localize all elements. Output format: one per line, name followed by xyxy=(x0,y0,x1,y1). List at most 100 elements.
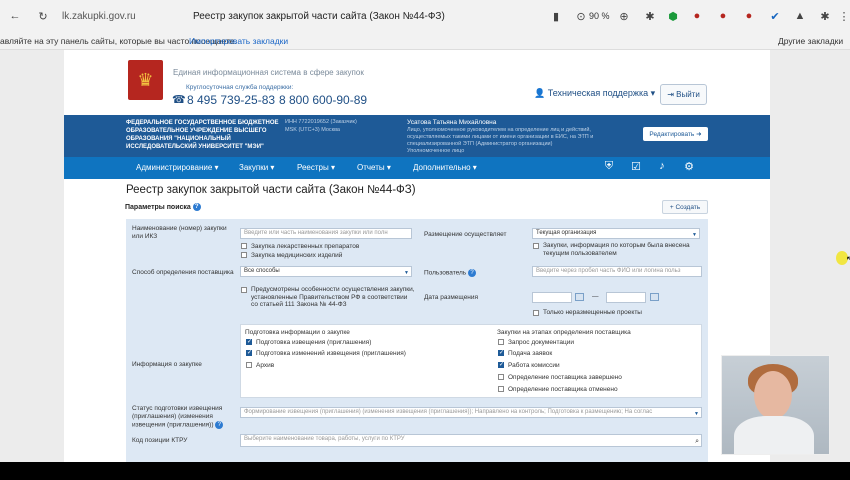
other-bookmarks[interactable]: Другие закладки xyxy=(778,36,843,46)
name-label: Наименование (номер) закупки или ИКЗ xyxy=(132,225,227,240)
ktru-input[interactable]: Выберите наименование товара, работы, ус… xyxy=(240,434,702,447)
extension-icon[interactable]: ● xyxy=(716,9,730,23)
chevron-down-icon: ▼ xyxy=(692,232,697,238)
help-icon[interactable]: ? xyxy=(215,421,224,429)
date-label: Дата размещения xyxy=(424,294,479,301)
edit-button[interactable]: Редактировать ➜ xyxy=(643,127,708,141)
arrow-right-icon: ➜ xyxy=(696,131,702,138)
menu-item-purchases[interactable]: Закупки ▾ xyxy=(239,163,274,172)
phone-icon: ☎ xyxy=(172,94,186,106)
menu-item-extra[interactable]: Дополнительно ▾ xyxy=(413,163,477,172)
support-label: Круглосуточная служба поддержки: xyxy=(186,84,294,91)
search-params-label: Параметры поиска ? xyxy=(125,203,201,211)
ktru-placeholder: Выберите наименование товара, работы, ус… xyxy=(244,436,405,442)
menu-item-admin[interactable]: Администрирование ▾ xyxy=(136,163,219,172)
stage-checkbox-1[interactable] xyxy=(498,339,504,345)
bell-icon[interactable]: ♪ xyxy=(654,160,670,176)
stage-checkbox-3[interactable]: ✓ xyxy=(498,362,504,368)
stage-checkbox-5[interactable] xyxy=(498,386,504,392)
phone-number-1: 8 495 739-25-83 xyxy=(187,93,276,107)
back-icon[interactable]: ← xyxy=(8,9,22,23)
exit-label: Выйти xyxy=(676,90,700,99)
unplaced-label: Только неразмещенные проекты xyxy=(543,309,642,316)
user-label-text: Пользователь xyxy=(424,269,467,277)
exit-button[interactable]: ⇥ Выйти xyxy=(660,84,707,105)
import-bookmarks-link[interactable]: Импортировать закладки xyxy=(189,36,288,46)
extension-icon[interactable]: ✱ xyxy=(643,9,657,23)
search-form: Наименование (номер) закупки или ИКЗ Вве… xyxy=(126,219,708,462)
medical-checkbox[interactable] xyxy=(241,252,247,258)
user-icon: 👤 xyxy=(534,88,546,98)
date-separator: — xyxy=(592,293,599,300)
date-to-input[interactable] xyxy=(606,292,646,303)
extension-icon[interactable]: ▲ xyxy=(793,9,807,23)
reload-icon[interactable]: ↻ xyxy=(36,9,50,23)
chevron-down-icon: ▼ xyxy=(694,411,699,417)
stage-item-1: Запрос документации xyxy=(508,339,575,346)
gov-features-checkbox[interactable] xyxy=(241,287,247,293)
presenter-face xyxy=(754,371,792,419)
presenter-webcam xyxy=(721,355,830,455)
pin-icon[interactable]: ⊕ xyxy=(617,9,631,23)
help-icon[interactable]: ? xyxy=(192,203,201,211)
user-name: Усатова Татьяна Михайловна xyxy=(407,119,497,126)
current-user-checkbox[interactable] xyxy=(533,243,539,249)
stage-checkbox-2[interactable]: ✓ xyxy=(498,350,504,356)
stage-item-4: Определение поставщика завершено xyxy=(508,374,622,381)
create-button[interactable]: + Создать xyxy=(662,200,708,214)
settings-icon[interactable]: ⚙ xyxy=(681,160,697,176)
help-icon[interactable]: ? xyxy=(468,269,476,277)
drugs-checkbox[interactable] xyxy=(241,243,247,249)
calendar-icon[interactable] xyxy=(650,293,659,301)
user-input[interactable]: Введите через пробел часть ФИО или логин… xyxy=(532,266,702,277)
address-bar[interactable]: lk.zakupki.gov.ru xyxy=(62,11,136,22)
date-from-input[interactable] xyxy=(532,292,572,303)
shield-icon[interactable]: ⬢ xyxy=(666,9,680,23)
calendar-check-icon[interactable]: ☑ xyxy=(628,160,644,176)
extension-icon[interactable]: ✔ xyxy=(768,9,782,23)
extension-icon[interactable]: ✱ xyxy=(818,9,832,23)
menu-item-reports[interactable]: Отчеты ▾ xyxy=(357,163,391,172)
system-title: Единая информационная система в сфере за… xyxy=(173,68,364,77)
mouse-pointer-icon: ↖ xyxy=(846,254,850,264)
search-icon[interactable]: ⌕ xyxy=(695,437,699,446)
stage-checkbox-4[interactable] xyxy=(498,374,504,380)
extension-icon[interactable]: ● xyxy=(742,9,756,23)
zoom-icon[interactable]: ⊙ xyxy=(574,9,588,23)
user-extra: Уполномоченное лицо xyxy=(407,148,465,154)
params-text: Параметры поиска xyxy=(125,203,191,211)
bookmark-icon[interactable]: ▮ xyxy=(549,9,563,23)
status-select[interactable]: Формирование извещения (приглашения) (из… xyxy=(240,407,702,418)
screen: ← ↻ lk.zakupki.gov.ru Реестр закупок зак… xyxy=(0,0,850,480)
shield-icon[interactable]: ⛨ xyxy=(601,160,617,176)
placement-select[interactable]: Текущая организация ▼ xyxy=(532,228,700,239)
prep-checkbox-1[interactable]: ✓ xyxy=(246,339,252,345)
create-label: Создать xyxy=(675,203,701,211)
timezone-text: MSK (UTC+3) Москва xyxy=(285,126,340,133)
menu-label: Дополнительно xyxy=(413,163,471,172)
prep-item-2: Подготовка изменений извещения (приглаше… xyxy=(256,350,406,357)
drugs-label: Закупка лекарственных препаратов xyxy=(251,243,360,250)
menu-icon[interactable]: ⋮ xyxy=(837,9,850,23)
prep-checkbox-3[interactable] xyxy=(246,362,252,368)
plus-icon: + xyxy=(669,203,674,211)
prep-checkbox-2[interactable]: ✓ xyxy=(246,350,252,356)
prep-header: Подготовка информации о закупке xyxy=(245,329,350,336)
zoom-level: 90 % xyxy=(589,11,610,21)
browser-toolbar: ← ↻ lk.zakupki.gov.ru Реестр закупок зак… xyxy=(0,0,850,33)
menu-label: Закупки xyxy=(239,163,269,172)
tab-title: Реестр закупок закрытой части сайта (Зак… xyxy=(193,11,445,22)
tech-support-dropdown[interactable]: 👤 Техническая поддержка ▾ xyxy=(534,88,655,99)
purchase-name-input[interactable]: Введите или часть наименования закупки и… xyxy=(240,228,412,239)
extension-icon[interactable]: ● xyxy=(690,9,704,23)
exit-icon: ⇥ xyxy=(667,90,674,99)
placement-value: Текущая организация xyxy=(536,230,597,236)
stage-item-2: Подача заявок xyxy=(508,350,553,357)
menu-item-registries[interactable]: Реестры ▾ xyxy=(297,163,335,172)
unplaced-checkbox[interactable] xyxy=(533,310,539,316)
coat-of-arms-icon[interactable]: ♛ xyxy=(128,60,163,100)
calendar-icon[interactable] xyxy=(575,293,584,301)
method-select[interactable]: Все способы ▼ xyxy=(240,266,412,277)
stage-item-5: Определение поставщика отменено xyxy=(508,386,618,393)
status-value: Формирование извещения (приглашения) (из… xyxy=(244,409,653,415)
